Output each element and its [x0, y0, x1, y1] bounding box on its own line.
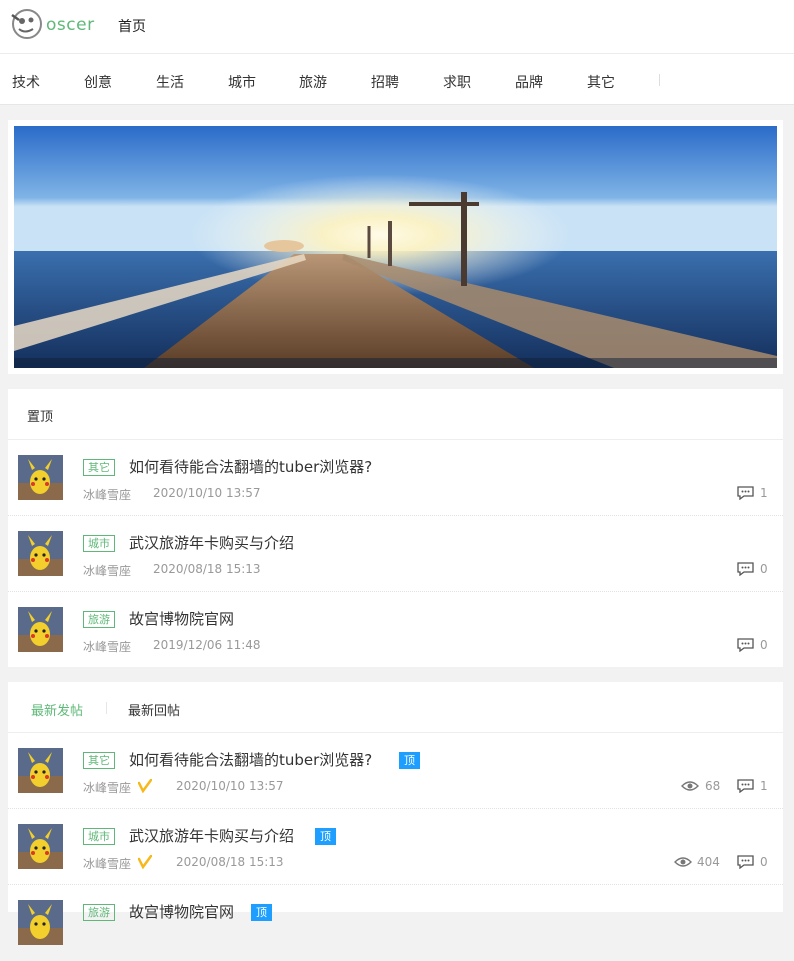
category-other[interactable]: 其它 — [587, 72, 615, 92]
category-creative[interactable]: 创意 — [84, 72, 112, 92]
latest-tabs: 最新发帖 最新回帖 — [8, 682, 783, 733]
top-badge: 顶 — [315, 828, 336, 845]
post-title-link[interactable]: 武汉旅游年卡购买与介绍 — [129, 825, 294, 846]
category-brand[interactable]: 品牌 — [515, 72, 543, 92]
comment-icon — [737, 779, 754, 793]
author-name[interactable]: 冰峰雪座 — [83, 855, 131, 872]
site-logo[interactable]: oscer — [10, 7, 95, 43]
category-tag[interactable]: 城市 — [83, 535, 115, 552]
tab-new-posts[interactable]: 最新发帖 — [31, 700, 83, 719]
post-time: 2020/08/18 15:13 — [153, 562, 261, 576]
comment-icon — [737, 638, 754, 652]
category-tag[interactable]: 城市 — [83, 828, 115, 845]
category-jobseek[interactable]: 求职 — [443, 72, 471, 92]
view-count: 404 — [697, 855, 720, 869]
top-bar: oscer 首页 — [0, 0, 794, 54]
post-title-link[interactable]: 武汉旅游年卡购买与介绍 — [129, 532, 294, 553]
avatar[interactable] — [18, 455, 63, 500]
tab-divider — [106, 702, 107, 714]
category-nav: 技术 创意 生活 城市 旅游 招聘 求职 品牌 其它 — [0, 55, 794, 105]
nav-divider — [659, 74, 660, 86]
post-title-link[interactable]: 故宫博物院官网 — [129, 608, 234, 629]
author-name[interactable]: 冰峰雪座 — [83, 562, 131, 579]
avatar[interactable] — [18, 531, 63, 576]
list-item[interactable]: 旅游 故宫博物院官网 顶 — [8, 885, 783, 961]
category-tag[interactable]: 其它 — [83, 459, 115, 476]
list-item[interactable]: 城市 武汉旅游年卡购买与介绍 冰峰雪座 2020/08/18 15:13 0 — [8, 516, 783, 592]
category-tech[interactable]: 技术 — [12, 72, 40, 92]
author-name[interactable]: 冰峰雪座 — [83, 638, 131, 655]
category-tag[interactable]: 旅游 — [83, 904, 115, 921]
pinned-posts-card: 置顶 其它 如何看待能合法翻墙的tuber浏览器? 冰峰雪座 2020/10/1… — [8, 389, 783, 667]
comment-count: 0 — [760, 562, 768, 576]
post-time: 2020/10/10 13:57 — [153, 486, 261, 500]
comment-icon — [737, 562, 754, 576]
list-item[interactable]: 城市 武汉旅游年卡购买与介绍 顶 冰峰雪座 2020/08/18 15:13 4… — [8, 809, 783, 885]
logo-text: oscer — [46, 15, 95, 35]
category-recruit[interactable]: 招聘 — [371, 72, 399, 92]
post-time: 2020/10/10 13:57 — [176, 779, 284, 793]
pinned-header: 置顶 — [8, 389, 783, 440]
pinned-title: 置顶 — [27, 410, 54, 425]
banner-card — [8, 120, 783, 374]
avatar[interactable] — [18, 607, 63, 652]
pier-sunset-image — [14, 126, 777, 368]
banner-image[interactable] — [14, 126, 777, 368]
logo-icon — [11, 9, 42, 39]
avatar[interactable] — [18, 900, 63, 945]
list-item[interactable]: 其它 如何看待能合法翻墙的tuber浏览器? 冰峰雪座 2020/10/10 1… — [8, 440, 783, 516]
comment-count: 0 — [760, 638, 768, 652]
comment-count: 1 — [760, 779, 768, 793]
top-badge: 顶 — [251, 904, 272, 921]
vip-check-icon — [138, 855, 152, 869]
post-title-link[interactable]: 如何看待能合法翻墙的tuber浏览器? — [129, 749, 372, 770]
comment-count: 0 — [760, 855, 768, 869]
post-title-link[interactable]: 故宫博物院官网 — [129, 901, 234, 922]
comment-icon — [737, 855, 754, 869]
category-tag[interactable]: 旅游 — [83, 611, 115, 628]
post-title-link[interactable]: 如何看待能合法翻墙的tuber浏览器? — [129, 456, 372, 477]
tab-new-replies[interactable]: 最新回帖 — [128, 700, 180, 719]
views-eye-icon — [674, 857, 692, 867]
category-life[interactable]: 生活 — [156, 72, 184, 92]
post-time: 2019/12/06 11:48 — [153, 638, 261, 652]
top-badge: 顶 — [399, 752, 420, 769]
nav-home-link[interactable]: 首页 — [118, 16, 146, 36]
views-eye-icon — [681, 781, 699, 791]
comment-count: 1 — [760, 486, 768, 500]
avatar[interactable] — [18, 824, 63, 869]
latest-posts-card: 最新发帖 最新回帖 其它 如何看待能合法翻墙的tuber浏览器? 顶 冰峰雪座 … — [8, 682, 783, 945]
avatar[interactable] — [18, 748, 63, 793]
view-count: 68 — [705, 779, 721, 793]
comment-icon — [737, 486, 754, 500]
list-item[interactable]: 旅游 故宫博物院官网 冰峰雪座 2019/12/06 11:48 0 — [8, 592, 783, 668]
category-tag[interactable]: 其它 — [83, 752, 115, 769]
author-name[interactable]: 冰峰雪座 — [83, 779, 131, 796]
category-city[interactable]: 城市 — [228, 72, 256, 92]
site-header: oscer 首页 技术 创意 生活 城市 旅游 招聘 求职 品牌 其它 — [0, 0, 794, 105]
vip-check-icon — [138, 779, 152, 793]
category-travel[interactable]: 旅游 — [299, 72, 327, 92]
post-time: 2020/08/18 15:13 — [176, 855, 284, 869]
author-name[interactable]: 冰峰雪座 — [83, 486, 131, 503]
list-item[interactable]: 其它 如何看待能合法翻墙的tuber浏览器? 顶 冰峰雪座 2020/10/10… — [8, 733, 783, 809]
